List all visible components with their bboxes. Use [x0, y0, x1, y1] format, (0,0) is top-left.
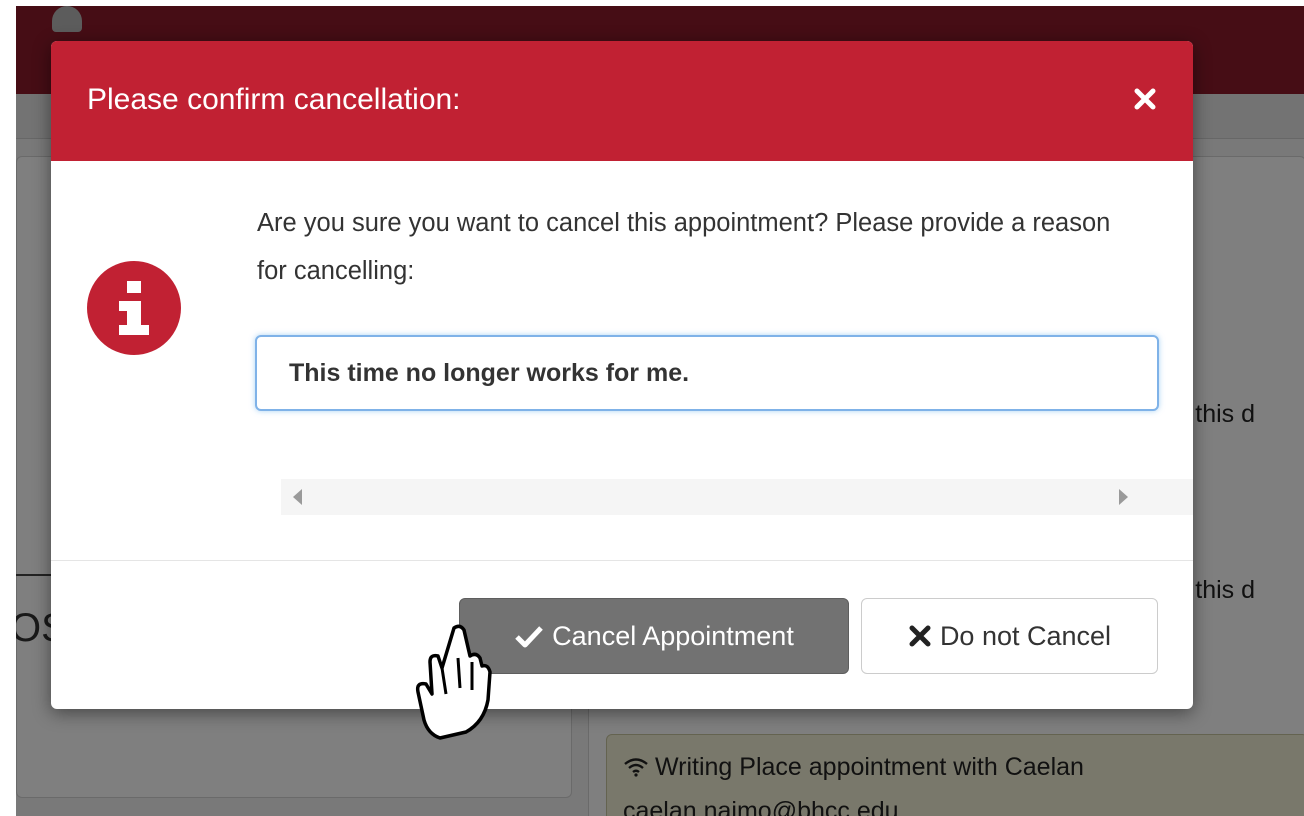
- close-button[interactable]: [1125, 79, 1165, 119]
- screen: il it OS r this d r this d Writing Place…: [0, 0, 1304, 816]
- horizontal-scrollbar[interactable]: [281, 479, 1193, 515]
- cancel-appointment-label: Cancel Appointment: [552, 620, 794, 651]
- screenshot-margin: [0, 0, 16, 816]
- screenshot-margin: [0, 0, 1304, 6]
- close-icon: [1134, 88, 1156, 110]
- dialog-header: Please confirm cancellation:: [51, 41, 1193, 161]
- cancel-appointment-button[interactable]: Cancel Appointment: [459, 598, 849, 674]
- scroll-right-arrow-icon[interactable]: [1119, 489, 1128, 505]
- do-not-cancel-label: Do not Cancel: [939, 620, 1112, 651]
- hand-pointer-icon: [415, 624, 492, 740]
- scroll-left-arrow-icon[interactable]: [293, 489, 302, 505]
- confirm-cancellation-dialog: Please confirm cancellation: Are you sur…: [51, 41, 1193, 709]
- dialog-footer-divider: [51, 560, 1193, 561]
- cancellation-reason-input[interactable]: [255, 335, 1159, 411]
- checkmark-icon: [515, 626, 543, 648]
- dialog-message: Are you sure you want to cancel this app…: [257, 209, 1111, 285]
- x-icon: [909, 625, 931, 647]
- info-icon: [87, 261, 181, 355]
- dialog-title: Please confirm cancellation:: [87, 83, 461, 116]
- do-not-cancel-button[interactable]: Do not Cancel: [861, 598, 1158, 674]
